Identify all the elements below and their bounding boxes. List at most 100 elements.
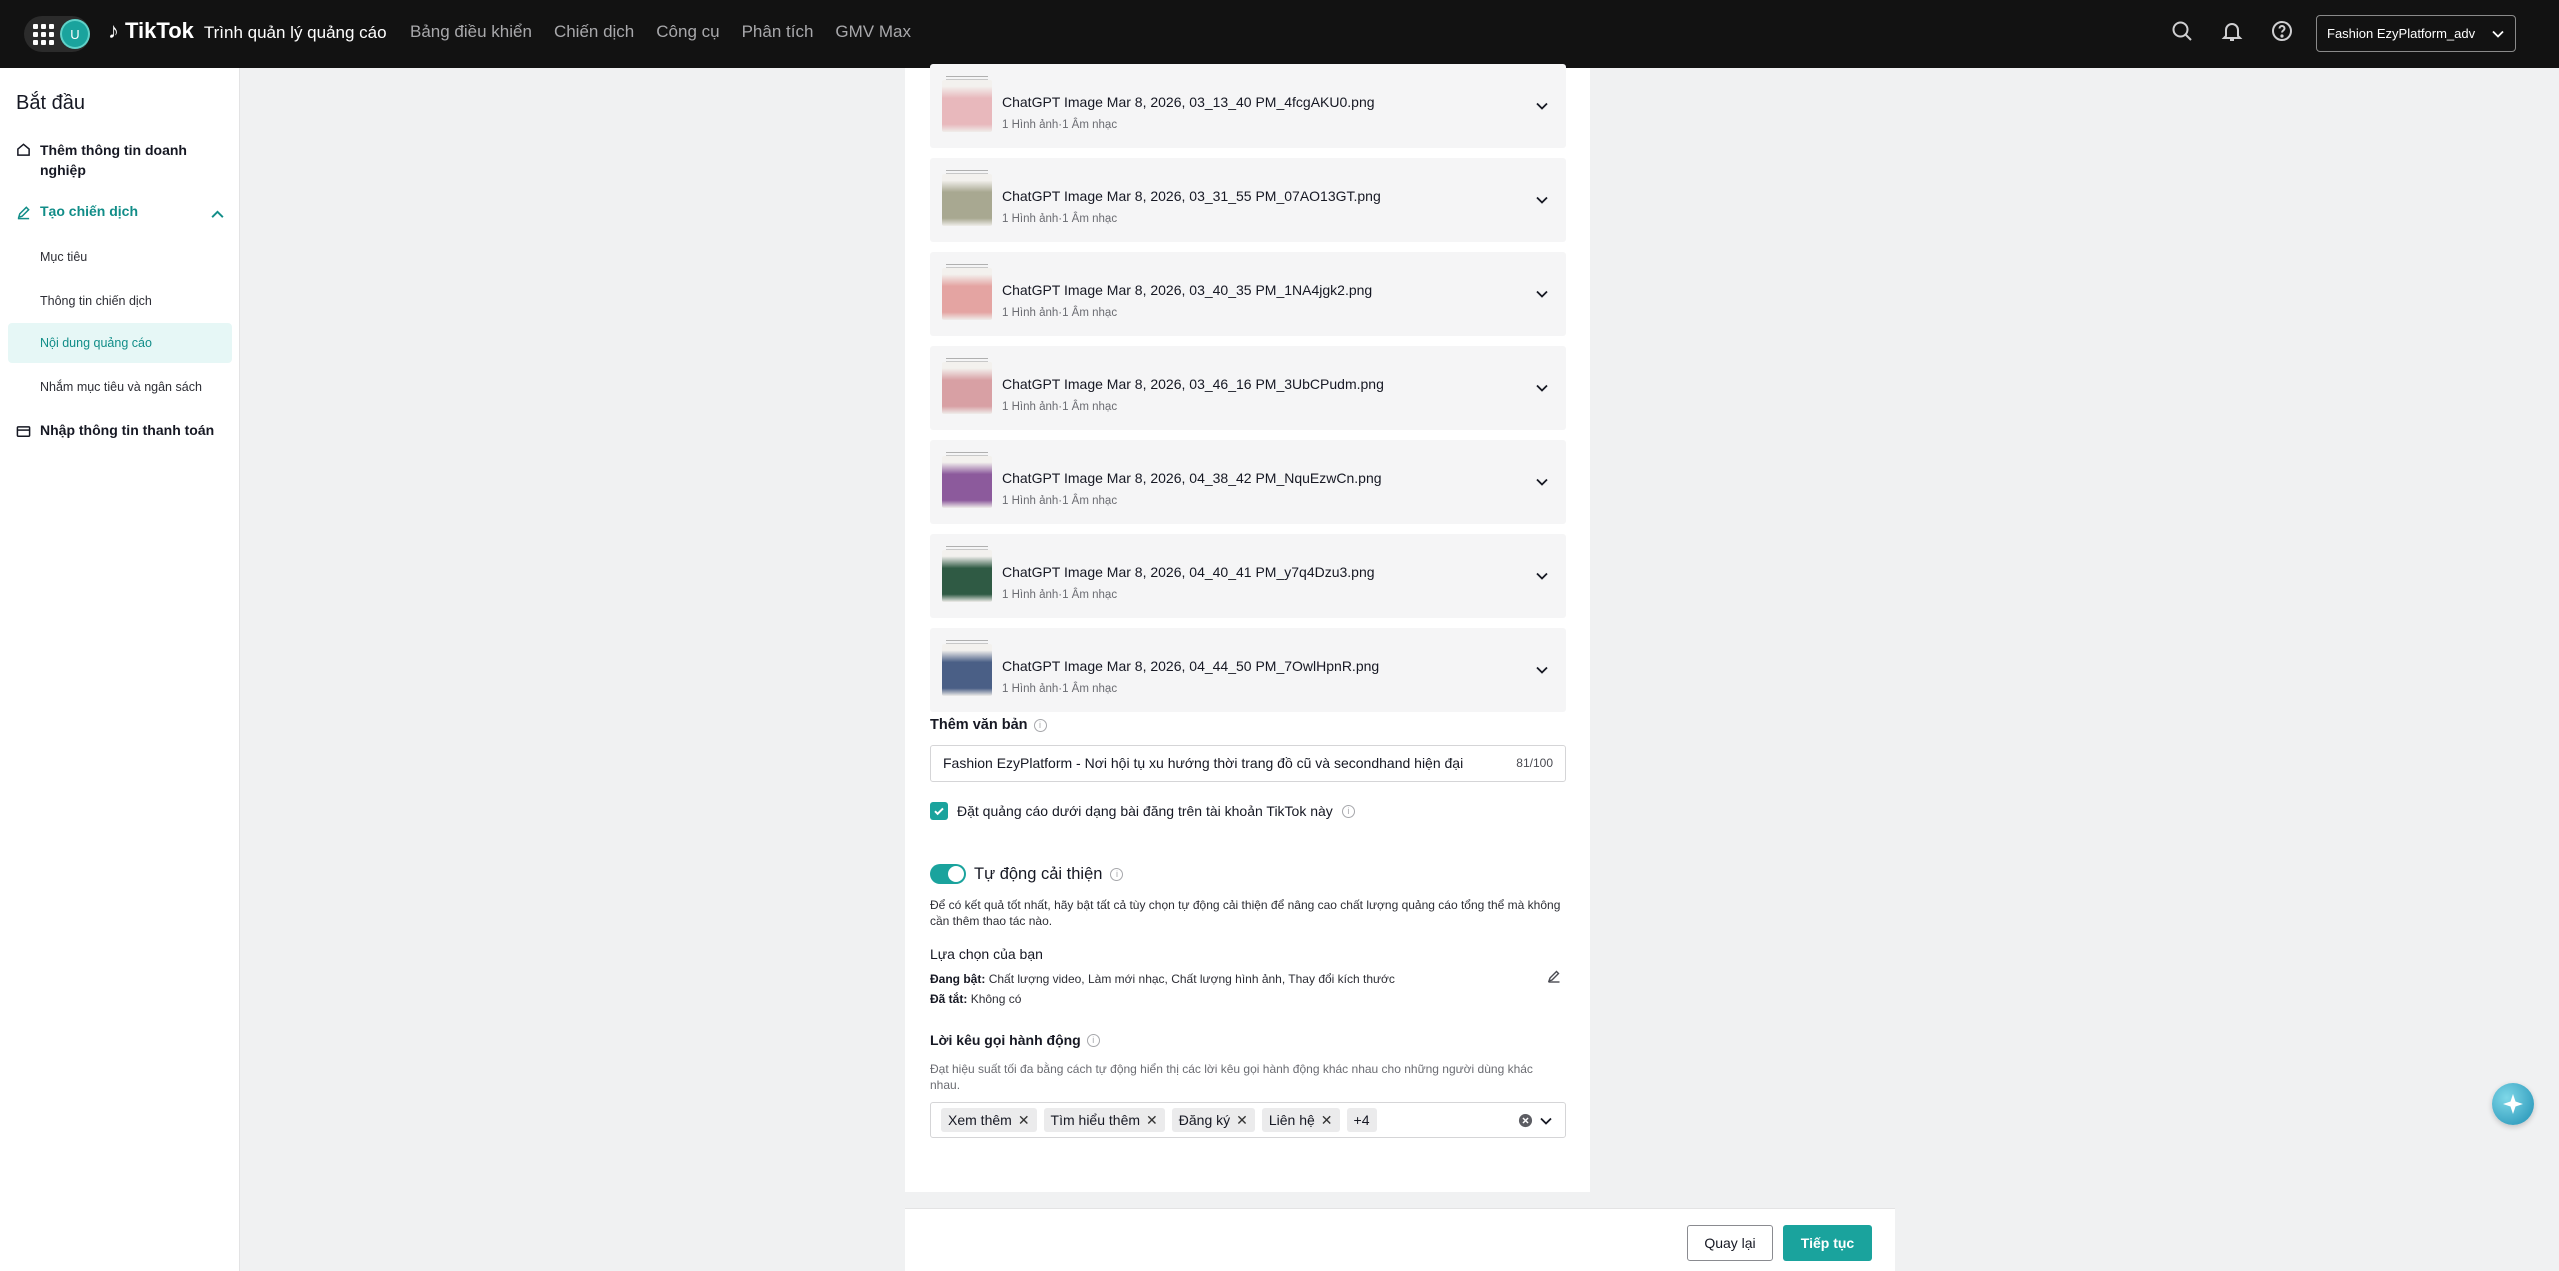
cta-label-text: Lời kêu gọi hành động <box>930 1032 1081 1048</box>
info-icon[interactable]: i <box>1033 718 1047 732</box>
chevron-down-icon[interactable] <box>1534 568 1550 584</box>
media-filename: ChatGPT Image Mar 8, 2026, 03_40_35 PM_1… <box>1002 282 1373 298</box>
media-item[interactable]: ChatGPT Image Mar 8, 2026, 03_31_55 PM_0… <box>930 158 1566 242</box>
close-icon[interactable]: ✕ <box>1321 1112 1333 1129</box>
top-nav: Bảng điều khiển Chiến dịch Công cụ Phân … <box>410 22 911 42</box>
user-avatar[interactable]: U <box>62 21 88 47</box>
disabled-key: Đã tắt: <box>930 992 968 1006</box>
sidebar: Bắt đầu Thêm thông tin doanh nghiệp Tạo … <box>0 68 240 1271</box>
chevron-down-icon[interactable] <box>1534 662 1550 678</box>
disabled-options: Đã tắt: Không có <box>930 992 1021 1006</box>
media-meta: 1 Hình ảnh·1 Âm nhạc <box>1002 213 1118 225</box>
media-meta: 1 Hình ảnh·1 Âm nhạc <box>1002 683 1118 695</box>
auto-improve-toggle[interactable] <box>930 864 966 884</box>
media-thumbnail <box>942 644 992 696</box>
info-icon[interactable]: i <box>1341 804 1355 818</box>
sidebar-item-create-campaign[interactable]: Tạo chiến dịch <box>16 203 224 220</box>
clear-icon[interactable] <box>1518 1113 1533 1128</box>
credit-card-icon <box>16 426 31 437</box>
nav-dashboard[interactable]: Bảng điều khiển <box>410 22 532 42</box>
apps-menu-button[interactable]: U <box>24 16 90 52</box>
sparkle-icon <box>2503 1094 2523 1114</box>
nav-tools[interactable]: Công cụ <box>656 22 719 42</box>
chevron-down-icon[interactable] <box>1534 192 1550 208</box>
sidebar-item-label: Thêm thông tin doanh nghiệp <box>40 142 187 178</box>
cta-tag: Liên hệ ✕ <box>1261 1108 1340 1132</box>
pencil-icon <box>17 206 30 220</box>
media-thumbnail <box>942 550 992 602</box>
auto-improve-row: Tự động cải thiện i <box>930 864 1124 884</box>
sidebar-item-label: Nhập thông tin thanh toán <box>40 422 215 438</box>
chevron-up-icon[interactable] <box>210 207 225 222</box>
media-thumbnail <box>942 80 992 132</box>
media-item[interactable]: ChatGPT Image Mar 8, 2026, 03_13_40 PM_4… <box>930 64 1566 148</box>
account-selector[interactable]: Fashion EzyPlatform_adv <box>2316 15 2516 52</box>
nav-campaigns[interactable]: Chiến dịch <box>554 22 634 42</box>
enabled-value: Chất lượng video, Làm mới nhạc, Chất lượ… <box>988 972 1395 986</box>
sidebar-item-payment[interactable]: Nhập thông tin thanh toán <box>16 422 214 439</box>
chevron-down-icon[interactable] <box>1534 286 1550 302</box>
chevron-down-icon <box>2492 30 2504 38</box>
close-icon[interactable]: ✕ <box>1018 1112 1030 1129</box>
check-icon <box>934 807 944 816</box>
apps-grid-icon <box>32 23 54 45</box>
sidebar-item-business-info[interactable]: Thêm thông tin doanh nghiệp <box>16 140 216 180</box>
cta-controls <box>1518 1113 1553 1128</box>
nav-analytics[interactable]: Phân tích <box>742 22 814 42</box>
chevron-down-icon[interactable] <box>1534 98 1550 114</box>
media-filename: ChatGPT Image Mar 8, 2026, 03_31_55 PM_0… <box>1002 188 1381 204</box>
info-icon[interactable]: i <box>1110 867 1124 881</box>
info-icon[interactable]: i <box>1086 1033 1100 1047</box>
back-button[interactable]: Quay lại <box>1687 1225 1773 1261</box>
assistant-floating-button[interactable] <box>2492 1083 2534 1125</box>
media-meta: 1 Hình ảnh·1 Âm nhạc <box>1002 401 1118 413</box>
media-filename: ChatGPT Image Mar 8, 2026, 04_40_41 PM_y… <box>1002 564 1375 580</box>
sidebar-subitem-objective[interactable]: Mục tiêu <box>40 250 87 264</box>
media-thumbnail <box>942 362 992 414</box>
enabled-key: Đang bật: <box>930 972 986 986</box>
nav-gmv-max[interactable]: GMV Max <box>835 22 911 42</box>
close-icon[interactable]: ✕ <box>1236 1112 1248 1129</box>
ad-content-card: ChatGPT Image Mar 8, 2026, 03_13_40 PM_4… <box>905 64 1590 1192</box>
cta-description: Đạt hiệu suất tối đa bằng cách tự động h… <box>930 1062 1533 1092</box>
help-icon[interactable] <box>2270 19 2294 43</box>
cta-tag-label: Liên hệ <box>1268 1112 1315 1128</box>
ad-text-input[interactable]: Fashion EzyPlatform - Nơi hội tụ xu hướn… <box>930 745 1566 782</box>
media-meta: 1 Hình ảnh·1 Âm nhạc <box>1002 119 1118 131</box>
cta-tag-label: Xem thêm <box>948 1112 1012 1128</box>
post-as-tiktok-checkbox-row: Đặt quảng cáo dưới dạng bài đăng trên tà… <box>930 802 1355 820</box>
media-thumbnail <box>942 174 992 226</box>
media-item[interactable]: ChatGPT Image Mar 8, 2026, 03_46_16 PM_3… <box>930 346 1566 430</box>
bell-icon[interactable] <box>2220 19 2244 43</box>
media-item[interactable]: ChatGPT Image Mar 8, 2026, 04_38_42 PM_N… <box>930 440 1566 524</box>
chevron-down-icon[interactable] <box>1539 1114 1553 1128</box>
cta-label: Lời kêu gọi hành động i <box>930 1032 1100 1048</box>
sidebar-item-label: Tạo chiến dịch <box>40 203 139 219</box>
close-icon[interactable]: ✕ <box>1146 1112 1158 1129</box>
home-icon <box>17 143 30 156</box>
edit-icon[interactable] <box>1547 969 1561 983</box>
search-icon[interactable] <box>2170 19 2194 43</box>
cta-more-tag[interactable]: +4 <box>1346 1108 1377 1132</box>
account-name: Fashion EzyPlatform_adv <box>2327 26 2476 41</box>
media-item[interactable]: ChatGPT Image Mar 8, 2026, 04_44_50 PM_7… <box>930 628 1566 712</box>
sidebar-subitem-targeting-budget[interactable]: Nhắm mục tiêu và ngân sách <box>40 380 202 394</box>
sidebar-title: Bắt đầu <box>16 92 85 114</box>
media-meta: 1 Hình ảnh·1 Âm nhạc <box>1002 589 1118 601</box>
continue-button[interactable]: Tiếp tục <box>1783 1225 1872 1261</box>
sidebar-subitem-campaign-info[interactable]: Thông tin chiến dịch <box>40 294 152 308</box>
chevron-down-icon[interactable] <box>1534 380 1550 396</box>
cta-tag-label: Đăng ký <box>1178 1112 1231 1128</box>
top-icons <box>2170 19 2294 43</box>
add-text-label: Thêm văn bản i <box>930 717 1047 733</box>
media-item[interactable]: ChatGPT Image Mar 8, 2026, 03_40_35 PM_1… <box>930 252 1566 336</box>
chevron-down-icon[interactable] <box>1534 474 1550 490</box>
post-as-tiktok-checkbox[interactable] <box>930 802 948 820</box>
cta-multiselect[interactable]: Xem thêm ✕ Tìm hiểu thêm ✕ Đăng ký ✕ Liên h… <box>930 1102 1566 1138</box>
footer-bar: Quay lại Tiếp tục <box>905 1208 1895 1271</box>
cta-tag: Xem thêm ✕ <box>941 1108 1037 1132</box>
tiktok-logo[interactable]: ♪ TikTok Trình quản lý quảng cáo <box>108 18 387 44</box>
media-item[interactable]: ChatGPT Image Mar 8, 2026, 04_40_41 PM_y… <box>930 534 1566 618</box>
sidebar-subitem-ad-content[interactable]: Nội dung quảng cáo <box>40 336 152 350</box>
cta-more-count: +4 <box>1353 1112 1370 1128</box>
